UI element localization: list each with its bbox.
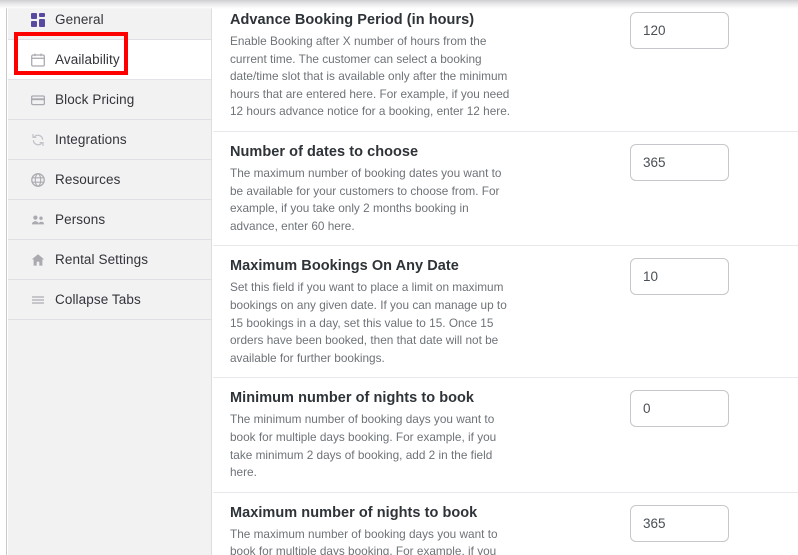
- sidebar-item-general[interactable]: General: [8, 0, 211, 40]
- people-icon: [30, 212, 46, 228]
- sidebar-item-label: Block Pricing: [55, 92, 135, 107]
- setting-value-input[interactable]: [630, 12, 729, 49]
- settings-sidebar: General Availability Block Pricing Integrat…: [8, 0, 212, 555]
- setting-text-block: Advance Booking Period (in hours) Enable …: [230, 11, 530, 121]
- setting-row: Maximum number of nights to book The maxi…: [213, 493, 798, 555]
- setting-text-block: Maximum number of nights to book The maxi…: [230, 504, 530, 555]
- grid-icon: [30, 12, 46, 28]
- setting-value-input[interactable]: [630, 143, 729, 181]
- page-left-gutter: [0, 0, 7, 555]
- sidebar-item-integrations[interactable]: Integrations: [8, 120, 211, 160]
- setting-field-wrapper: [530, 504, 798, 542]
- sidebar-item-label: Collapse Tabs: [55, 292, 141, 307]
- setting-text-block: Maximum Bookings On Any Date Set this fie…: [230, 257, 530, 367]
- sidebar-item-label: Persons: [55, 212, 106, 227]
- sidebar-item-label: Availability: [55, 52, 120, 67]
- setting-field-wrapper: [530, 143, 798, 181]
- sidebar-item-label: Resources: [55, 172, 121, 187]
- setting-description: The maximum number of booking days you w…: [230, 526, 498, 555]
- setting-row: Number of dates to choose The maximum num…: [213, 132, 798, 247]
- setting-title: Maximum number of nights to book: [230, 504, 478, 521]
- setting-value-input[interactable]: [630, 504, 729, 542]
- setting-text-block: Number of dates to choose The maximum num…: [230, 143, 530, 235]
- setting-field-wrapper: [530, 389, 798, 428]
- sidebar-item-availability[interactable]: Availability: [8, 40, 211, 80]
- setting-title: Minimum number of nights to book: [230, 390, 475, 407]
- sidebar-item-label: Rental Settings: [55, 252, 149, 267]
- setting-description: Set this field if you want to place a li…: [230, 280, 507, 365]
- setting-row: Maximum Bookings On Any Date Set this fie…: [213, 246, 798, 379]
- sidebar-item-resources[interactable]: Resources: [8, 160, 211, 200]
- sidebar-item-block-pricing[interactable]: Block Pricing: [8, 80, 211, 120]
- setting-title: Maximum Bookings On Any Date: [230, 258, 459, 275]
- setting-title: Advance Booking Period (in hours): [230, 12, 475, 28]
- sidebar-item-label: Integrations: [55, 132, 127, 147]
- settings-content: Advance Booking Period (in hours) Enable …: [213, 0, 798, 555]
- sync-icon: [30, 132, 46, 148]
- setting-row: Advance Booking Period (in hours) Enable …: [213, 0, 798, 132]
- setting-value-input[interactable]: [630, 390, 729, 428]
- globe-icon: [30, 172, 46, 188]
- home-icon: [30, 252, 46, 268]
- sidebar-item-rental-settings[interactable]: Rental Settings: [8, 240, 211, 280]
- setting-description: The minimum number of booking days you w…: [230, 412, 497, 480]
- setting-value-input[interactable]: [630, 258, 729, 296]
- sidebar-item-collapse-tabs[interactable]: Collapse Tabs: [8, 280, 211, 320]
- calendar-icon: [30, 52, 46, 68]
- setting-field-wrapper: [530, 11, 798, 49]
- sidebar-item-label: General: [55, 12, 104, 27]
- credit-card-icon: [30, 92, 46, 108]
- setting-description: Enable Booking after X number of hours f…: [230, 34, 511, 119]
- setting-field-wrapper: [530, 257, 798, 296]
- setting-title: Number of dates to choose: [230, 143, 419, 160]
- sidebar-item-persons[interactable]: Persons: [8, 200, 211, 240]
- hamburger-icon: [30, 292, 46, 308]
- setting-description: The maximum number of booking dates you …: [230, 165, 502, 233]
- settings-page: General Availability Block Pricing Integrat…: [0, 0, 798, 555]
- setting-text-block: Minimum number of nights to book The mini…: [230, 389, 530, 481]
- setting-row: Minimum number of nights to book The mini…: [213, 378, 798, 493]
